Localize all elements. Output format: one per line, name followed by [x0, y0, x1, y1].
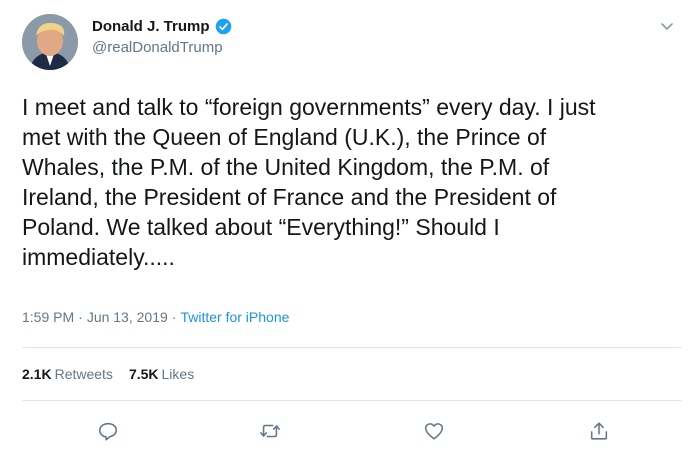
tweet-text: I meet and talk to “foreign governments”…	[22, 94, 596, 270]
divider	[22, 400, 682, 401]
tweet-actions	[22, 417, 682, 445]
tweet-date[interactable]: Jun 13, 2019	[87, 309, 168, 325]
verified-badge-icon	[215, 18, 231, 35]
retweets-label: Retweets	[54, 366, 113, 382]
meta-separator: ·	[171, 309, 177, 325]
share-icon	[590, 422, 608, 440]
retweets-stat[interactable]: 2.1K Retweets	[22, 366, 113, 382]
heart-icon	[424, 423, 444, 440]
retweet-button[interactable]	[256, 417, 284, 445]
tweet-stats: 2.1K Retweets 7.5K Likes	[22, 366, 194, 382]
tweet-author[interactable]: Donald J. Trump @realDonaldTrump	[92, 18, 232, 56]
retweet-icon	[260, 424, 280, 438]
likes-count: 7.5K	[128, 366, 159, 382]
retweets-count: 2.1K	[22, 366, 52, 382]
profile-photo-icon	[22, 14, 78, 70]
share-button[interactable]	[585, 417, 613, 445]
avatar[interactable]	[22, 14, 78, 70]
meta-separator: ·	[78, 309, 83, 325]
tweet-time[interactable]: 1:59 PM	[22, 309, 74, 325]
reply-icon	[98, 422, 118, 441]
likes-stat[interactable]: 7.5K Likes	[129, 366, 194, 382]
author-handle[interactable]: @realDonaldTrump	[92, 39, 232, 56]
author-name-row: Donald J. Trump	[92, 18, 232, 35]
like-button[interactable]	[420, 417, 448, 445]
reply-button[interactable]	[94, 417, 122, 445]
author-display-name[interactable]: Donald J. Trump	[92, 18, 210, 35]
divider	[22, 347, 682, 348]
chevron-down-icon[interactable]	[660, 22, 674, 32]
tweet-meta: 1:59 PM · Jun 13, 2019 · Twitter for iPh…	[22, 309, 289, 325]
likes-label: Likes	[161, 366, 195, 382]
tweet-source-link[interactable]: Twitter for iPhone	[180, 309, 289, 325]
